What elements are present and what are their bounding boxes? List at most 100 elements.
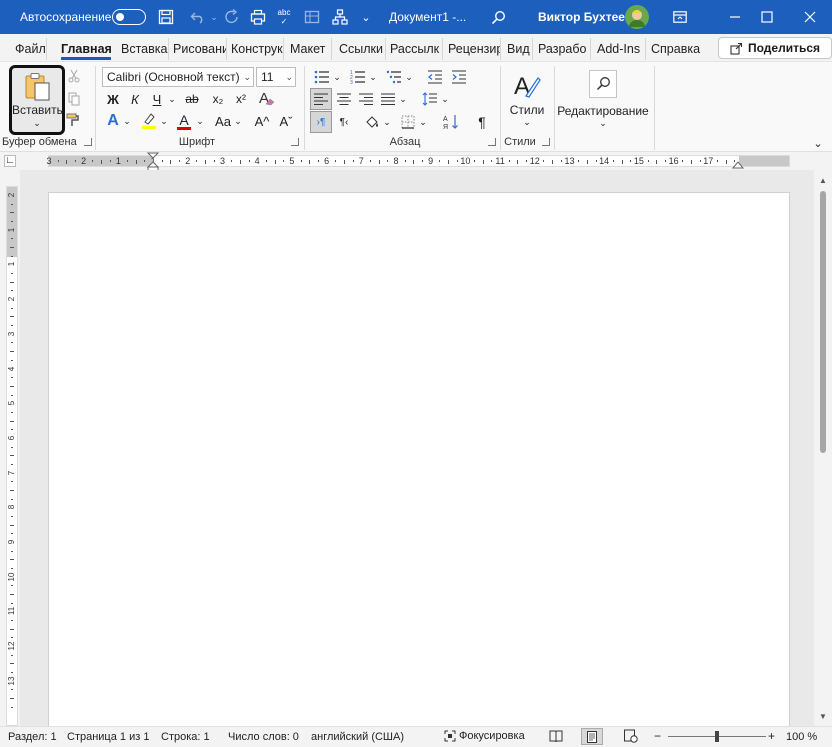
font-name-combo[interactable]: Calibri (Основной текст) ⌄ — [102, 67, 254, 87]
search-icon[interactable] — [486, 0, 510, 34]
align-right-button[interactable] — [356, 89, 376, 109]
zoom-out-icon[interactable]: − — [654, 729, 661, 743]
grow-font-button[interactable]: A^ — [252, 111, 272, 131]
right-indent-marker-icon[interactable] — [731, 158, 745, 170]
numbering-dropdown-icon[interactable]: ⌄ — [368, 67, 378, 87]
borders-dropdown-icon[interactable]: ⌄ — [418, 112, 428, 132]
tab-mailings[interactable]: Рассылк — [390, 38, 443, 60]
undo-dropdown-icon[interactable]: ⌄ — [208, 0, 220, 34]
tab-file[interactable]: Файл — [15, 38, 47, 60]
copy-icon[interactable] — [66, 91, 82, 107]
org-chart-icon[interactable] — [328, 0, 352, 34]
line-spacing-dropdown-icon[interactable]: ⌄ — [440, 89, 450, 109]
autosave-toggle[interactable] — [112, 9, 146, 25]
vertical-ruler[interactable]: 2 1 1 2 3 4 5 6 7 8 9 10 11 12 13 — [6, 186, 18, 726]
user-name[interactable]: Виктор Бухтеев — [538, 0, 632, 34]
justify-dropdown-icon[interactable]: ⌄ — [398, 89, 408, 109]
ribbon-display-icon[interactable] — [670, 0, 690, 34]
bullets-dropdown-icon[interactable]: ⌄ — [332, 67, 342, 87]
multilevel-dropdown-icon[interactable]: ⌄ — [404, 67, 414, 87]
draw-table-icon[interactable] — [300, 0, 324, 34]
text-effects-dropdown-icon[interactable]: ⌄ — [122, 111, 132, 131]
spelling-icon[interactable]: abc ✓ — [272, 0, 296, 34]
web-layout-icon[interactable] — [624, 729, 638, 746]
multilevel-list-button[interactable] — [384, 67, 404, 87]
tab-help[interactable]: Справка — [651, 38, 703, 60]
share-button[interactable]: Поделиться — [718, 37, 832, 59]
shading-button[interactable] — [362, 112, 382, 132]
align-left-button[interactable] — [310, 88, 332, 110]
rtl-button[interactable]: ¶‹ — [334, 112, 354, 132]
text-effects-button[interactable]: A — [104, 111, 122, 131]
tab-draw[interactable]: Рисовани — [173, 38, 227, 60]
save-icon[interactable] — [154, 0, 178, 34]
show-marks-button[interactable]: ¶ — [472, 112, 492, 132]
subscript-button[interactable]: x₂ — [208, 89, 228, 109]
italic-button[interactable]: К — [126, 89, 144, 109]
bullets-button[interactable] — [312, 67, 332, 87]
document-title[interactable]: Документ1 -... — [389, 0, 466, 34]
clear-formatting-button[interactable]: A — [256, 87, 278, 109]
clipboard-launcher-icon[interactable] — [84, 138, 92, 146]
justify-button[interactable] — [378, 89, 398, 109]
borders-button[interactable] — [398, 112, 418, 132]
read-mode-icon[interactable] — [549, 729, 563, 746]
minimize-icon[interactable] — [720, 0, 750, 34]
maximize-icon[interactable] — [752, 0, 782, 34]
numbering-button[interactable]: 123 — [348, 67, 368, 87]
section-status[interactable]: Раздел: 1 — [8, 731, 57, 743]
avatar[interactable] — [624, 0, 650, 34]
tab-view[interactable]: Вид — [507, 38, 533, 60]
shading-dropdown-icon[interactable]: ⌄ — [382, 112, 392, 132]
font-color-dropdown-icon[interactable]: ⌄ — [195, 111, 205, 131]
scrollbar-thumb[interactable] — [820, 191, 826, 453]
document-page[interactable] — [48, 192, 790, 726]
paste-button[interactable]: Вставить ⌄ — [9, 65, 65, 135]
tab-review[interactable]: Рецензир — [448, 38, 501, 60]
focus-button[interactable]: Фокусировка — [444, 730, 525, 742]
underline-button[interactable]: Ч — [148, 89, 166, 109]
undo-icon[interactable] — [186, 0, 210, 34]
underline-dropdown-icon[interactable]: ⌄ — [166, 89, 178, 109]
scroll-up-icon[interactable]: ▲ — [819, 176, 827, 185]
line-status[interactable]: Строка: 1 — [161, 731, 210, 743]
font-color-button[interactable]: A — [174, 111, 194, 131]
tab-selector-icon[interactable]: ∟ — [4, 155, 16, 167]
bold-button[interactable]: Ж — [104, 89, 122, 109]
redo-icon[interactable] — [220, 0, 244, 34]
decrease-indent-button[interactable] — [425, 67, 445, 87]
change-case-dropdown-icon[interactable]: ⌄ — [233, 111, 243, 131]
line-spacing-button[interactable] — [420, 89, 440, 109]
shrink-font-button[interactable]: Aˇ — [276, 111, 296, 131]
tab-developer[interactable]: Разрабо — [538, 38, 591, 60]
font-size-combo[interactable]: 11 ⌄ — [256, 67, 296, 87]
zoom-in-icon[interactable]: + — [768, 729, 775, 743]
word-count-status[interactable]: Число слов: 0 — [228, 731, 299, 743]
align-center-button[interactable] — [334, 89, 354, 109]
increase-indent-button[interactable] — [449, 67, 469, 87]
superscript-button[interactable]: x² — [231, 89, 251, 109]
tab-home[interactable]: Главная — [61, 38, 111, 60]
tab-insert[interactable]: Вставка — [121, 38, 169, 60]
collapse-ribbon-icon[interactable]: ⌄ — [810, 136, 826, 150]
zoom-slider-knob[interactable] — [715, 731, 719, 742]
change-case-button[interactable]: Aa — [212, 111, 234, 131]
styles-launcher-icon[interactable] — [542, 138, 550, 146]
print-layout-icon[interactable] — [581, 728, 603, 745]
close-icon[interactable] — [795, 0, 825, 34]
font-launcher-icon[interactable] — [291, 138, 299, 146]
strikethrough-button[interactable]: ab — [182, 89, 202, 109]
tab-layout[interactable]: Макет — [290, 38, 332, 60]
tab-design[interactable]: Конструк — [231, 38, 284, 60]
styles-button[interactable]: A Стили ⌄ — [503, 66, 551, 132]
sort-button[interactable]: AЯ — [440, 112, 462, 132]
scroll-down-icon[interactable]: ▼ — [819, 712, 827, 721]
highlight-dropdown-icon[interactable]: ⌄ — [159, 111, 169, 131]
highlight-button[interactable] — [139, 111, 159, 131]
customize-toolbar-icon[interactable]: ⌄ — [356, 0, 376, 34]
zoom-level[interactable]: 100 % — [786, 731, 817, 743]
print-preview-icon[interactable] — [246, 0, 270, 34]
tab-references[interactable]: Ссылки — [339, 38, 386, 60]
language-status[interactable]: английский (США) — [311, 731, 404, 743]
page-status[interactable]: Страница 1 из 1 — [67, 731, 149, 743]
